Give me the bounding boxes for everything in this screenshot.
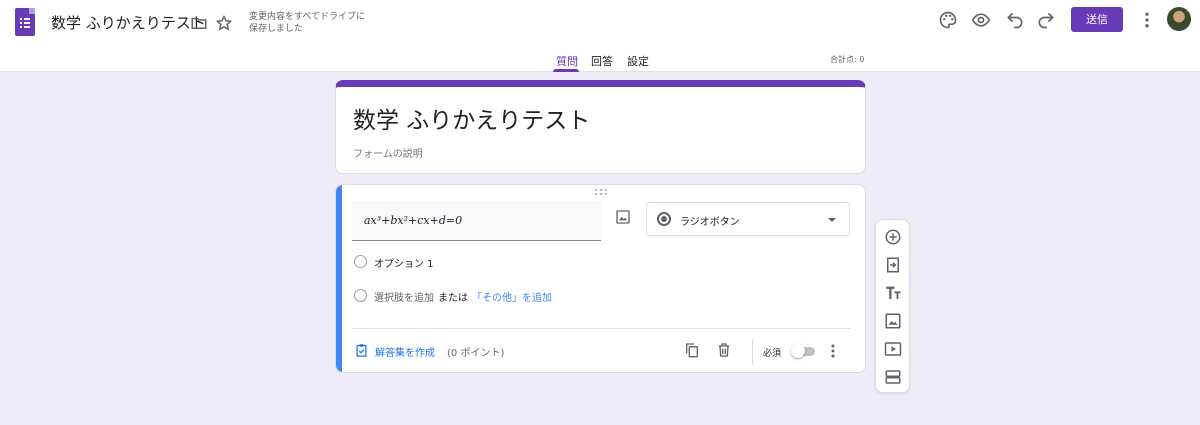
question-input[interactable]: ax³+bx²+cx+d=0 [352, 201, 601, 241]
redo-icon[interactable] [1036, 10, 1056, 30]
tab-questions[interactable]: 質問 [556, 53, 578, 69]
form-title-card[interactable]: 数学 ふりかえりテスト フォームの説明 [335, 80, 866, 174]
form-title[interactable]: 数学 ふりかえりテスト [353, 101, 590, 135]
option-1-input[interactable]: オプション 1 [374, 255, 434, 270]
add-video-icon[interactable] [884, 340, 902, 358]
radio-button-icon [657, 212, 671, 226]
side-toolbar [875, 219, 910, 393]
palette-icon[interactable] [938, 10, 958, 30]
forms-logo-icon[interactable] [15, 8, 35, 36]
add-option-row: 選択肢を追加 または 「その他」を追加 [374, 289, 552, 304]
tab-settings[interactable]: 設定 [627, 53, 649, 69]
app-header: 数学 ふりかえりテスト 変更内容をすべてドライブに保存しました 送信 質問 回答… [0, 0, 1200, 72]
active-tab-indicator [553, 69, 579, 72]
add-section-icon[interactable] [884, 368, 902, 386]
add-question-icon[interactable] [884, 228, 902, 246]
question-text: ax³+bx²+cx+d=0 [364, 214, 463, 227]
question-type-dropdown[interactable]: ラジオボタン [646, 202, 850, 236]
more-options-icon[interactable] [829, 343, 837, 359]
chevron-down-icon [828, 218, 836, 222]
question-card[interactable]: ax³+bx²+cx+d=0 ラジオボタン オプション 1 選択肢を追加 または「… [335, 184, 866, 373]
add-image-icon[interactable] [615, 209, 631, 225]
duplicate-icon[interactable] [684, 342, 700, 358]
avatar[interactable] [1167, 7, 1191, 31]
send-button[interactable]: 送信 [1071, 7, 1123, 32]
folder-icon[interactable] [190, 14, 208, 32]
add-title-icon[interactable] [884, 284, 902, 302]
drag-handle-icon[interactable] [594, 188, 608, 196]
points-label: (0 ポイント) [447, 348, 505, 359]
active-question-indicator [336, 185, 342, 372]
total-points: 合計点: 0 [830, 55, 865, 64]
option-radio [354, 255, 367, 268]
or-text: または [438, 293, 468, 304]
tab-responses[interactable]: 回答 [591, 53, 613, 69]
answer-key-icon[interactable] [354, 343, 369, 358]
import-questions-icon[interactable] [884, 256, 902, 274]
more-vert-icon[interactable] [1137, 10, 1157, 30]
add-image-icon[interactable] [884, 312, 902, 330]
question-type-label: ラジオボタン [680, 217, 740, 228]
delete-icon[interactable] [716, 342, 732, 358]
document-title[interactable]: 数学 ふりかえりテスト [51, 12, 206, 33]
star-icon[interactable] [215, 14, 233, 32]
required-toggle-thumb[interactable] [791, 344, 805, 358]
divider [352, 328, 851, 329]
divider [752, 339, 753, 365]
form-description-field[interactable]: フォームの説明 [353, 145, 423, 160]
add-option-radio [354, 289, 367, 302]
undo-icon[interactable] [1005, 10, 1025, 30]
answer-key-link[interactable]: 解答集を作成 [375, 344, 435, 359]
preview-icon[interactable] [971, 10, 991, 30]
save-status: 変更内容をすべてドライブに保存しました [249, 12, 366, 34]
form-tabs: 質問 回答 設定 [0, 51, 1200, 72]
add-other-link[interactable]: 「その他」を追加 [472, 293, 552, 304]
add-option-link[interactable]: 選択肢を追加 [374, 293, 434, 304]
required-label: 必須 [763, 349, 782, 359]
